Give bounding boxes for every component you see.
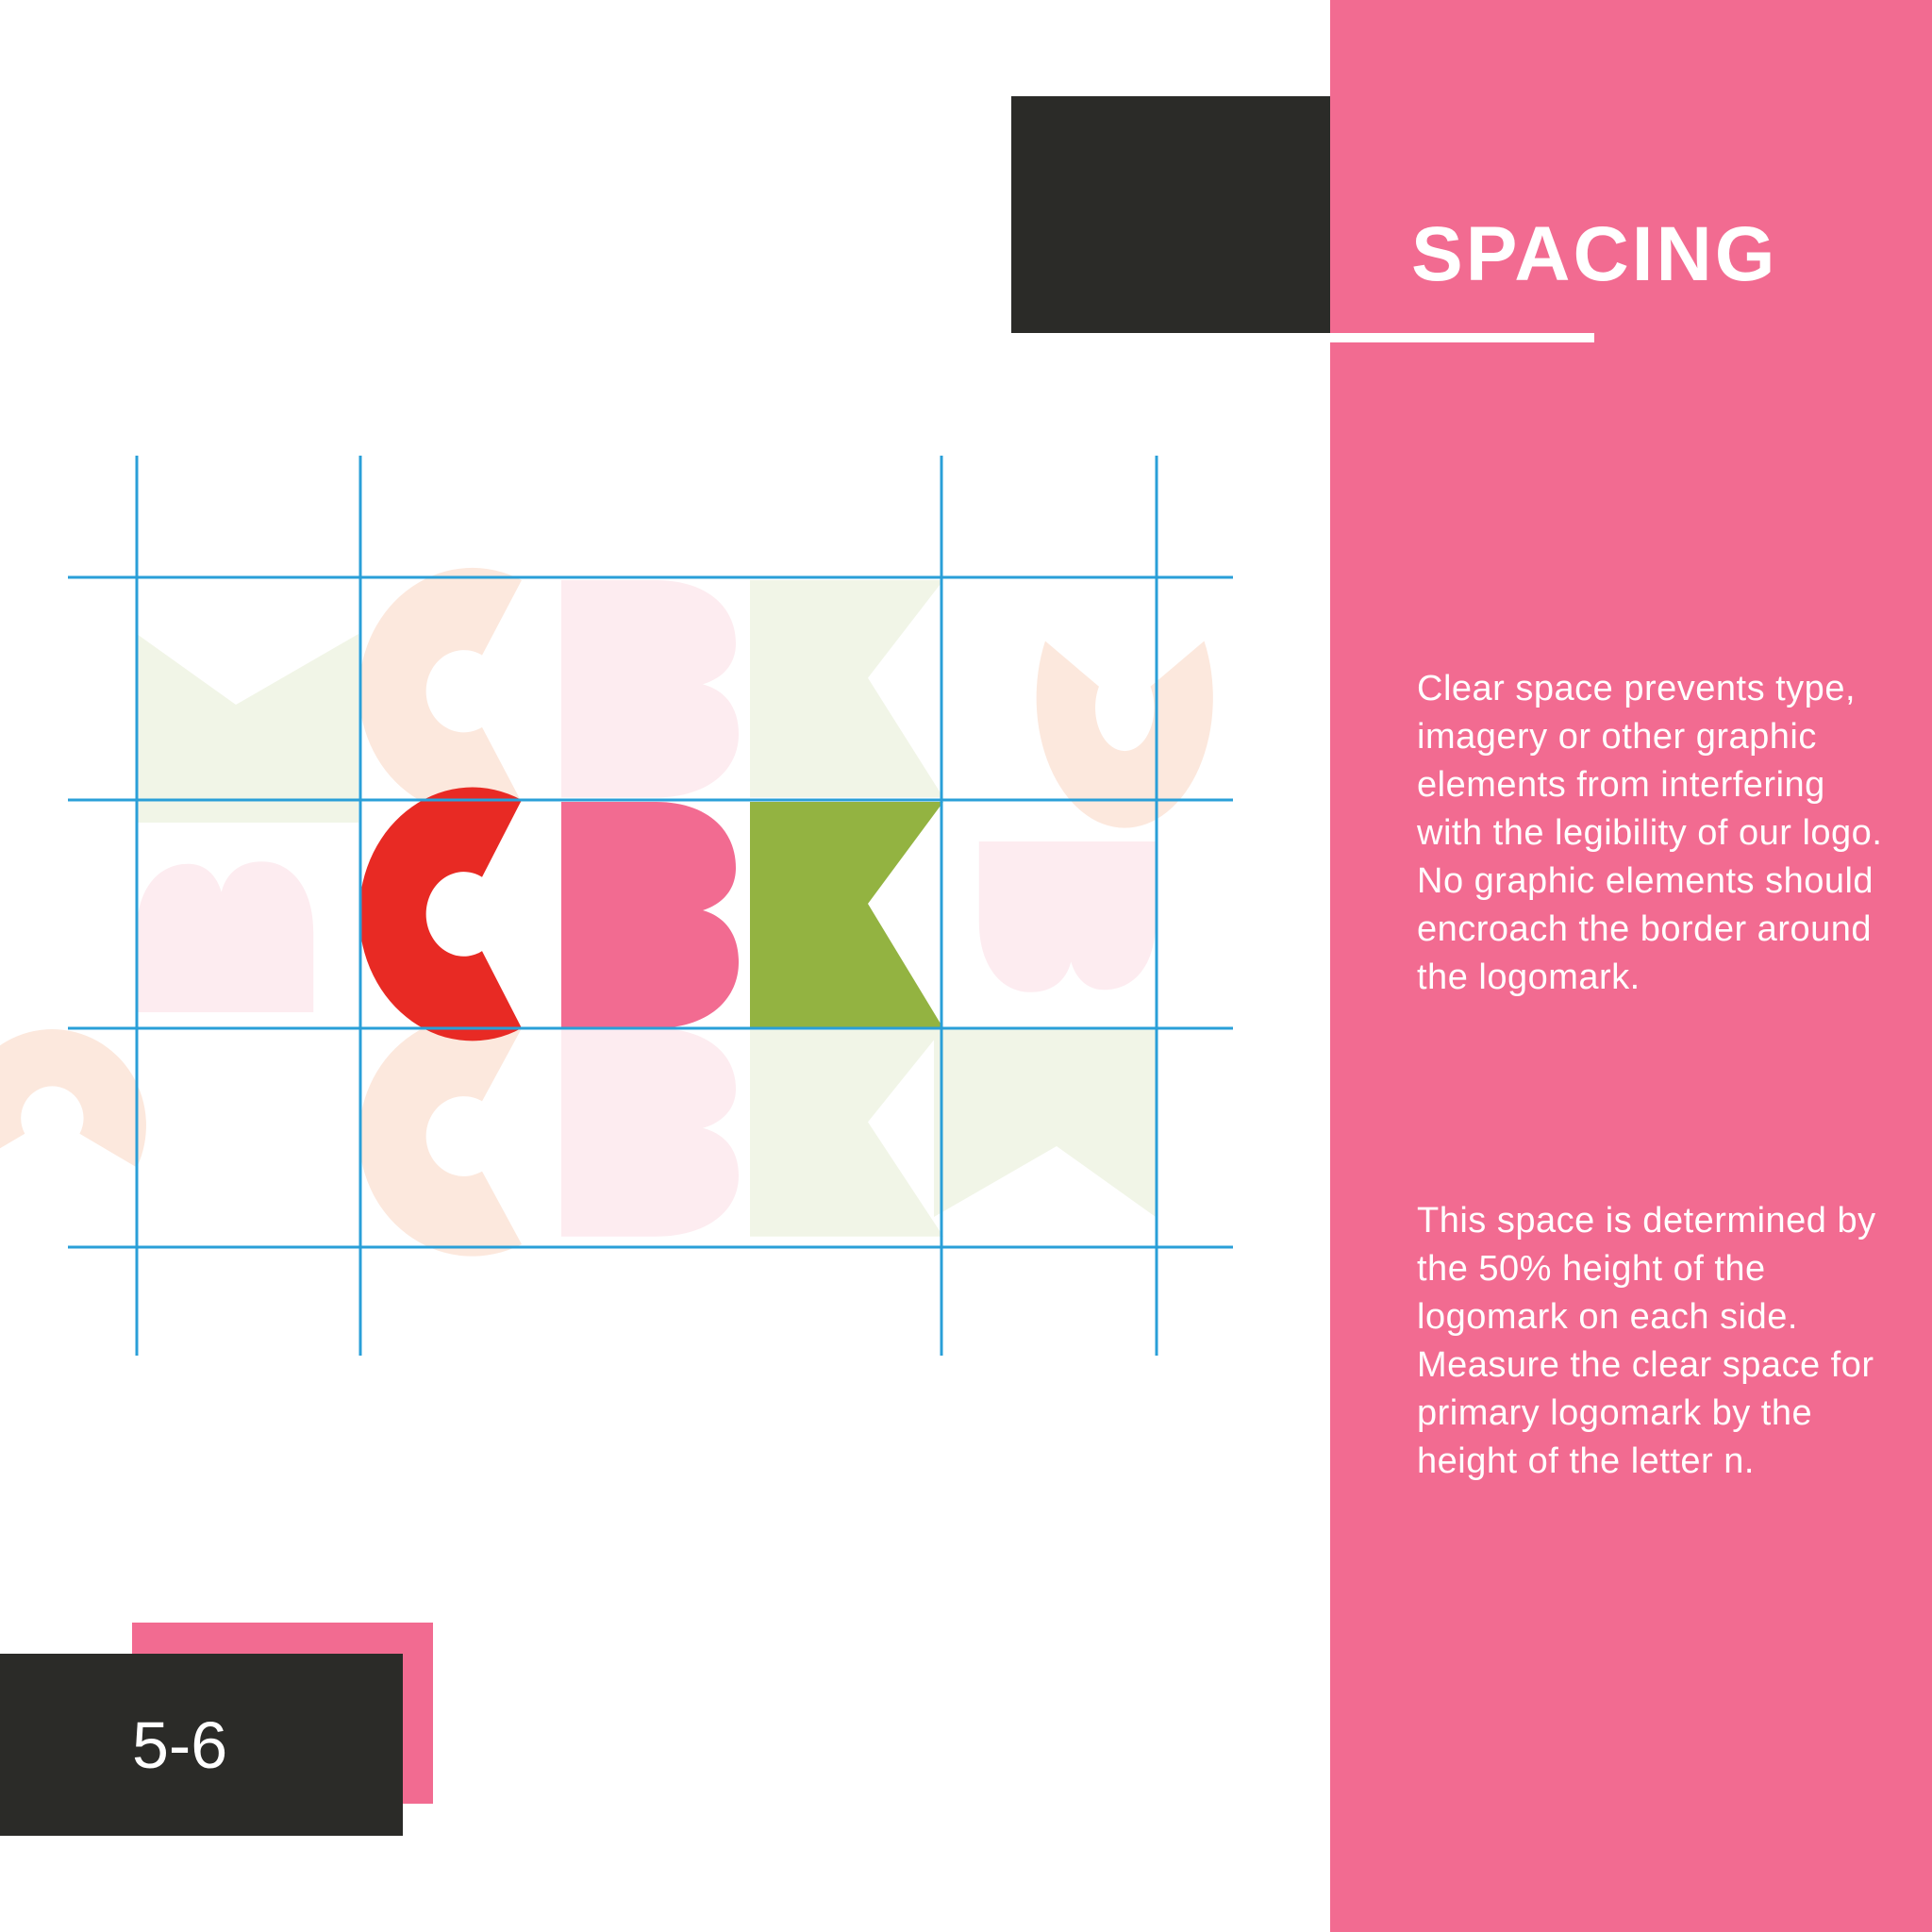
- logo-spacing-diagram: [0, 456, 1233, 1356]
- title-underline: [1330, 333, 1594, 342]
- faded-k-rotated-top-left: [137, 634, 358, 823]
- logo-letter-k: [750, 802, 943, 1028]
- faded-b-rotated-right: [978, 841, 1156, 992]
- faded-b-rotated-left: [137, 861, 314, 1012]
- page-number: 5-6: [132, 1708, 228, 1782]
- logo-letter-b: [561, 802, 739, 1028]
- faded-c-rotated-bottom-left: [0, 1029, 146, 1168]
- primary-logomark: [358, 787, 943, 1041]
- description-paragraph-2: This space is determined by the 50% heig…: [1417, 1201, 1876, 1481]
- description-paragraph-1: Clear space prevents type, imagery or ot…: [1417, 669, 1883, 997]
- page-title: SPACING: [1411, 211, 1778, 297]
- faded-k-bottom: [750, 1028, 943, 1237]
- faded-b-top: [561, 580, 739, 798]
- faded-b-bottom: [561, 1028, 739, 1237]
- faded-k-rotated-bottom-right: [934, 1028, 1156, 1217]
- faded-c-bottom: [358, 1016, 522, 1257]
- faded-c-top: [358, 567, 522, 815]
- logo-letter-c: [358, 787, 522, 1041]
- faded-k-top: [750, 580, 943, 798]
